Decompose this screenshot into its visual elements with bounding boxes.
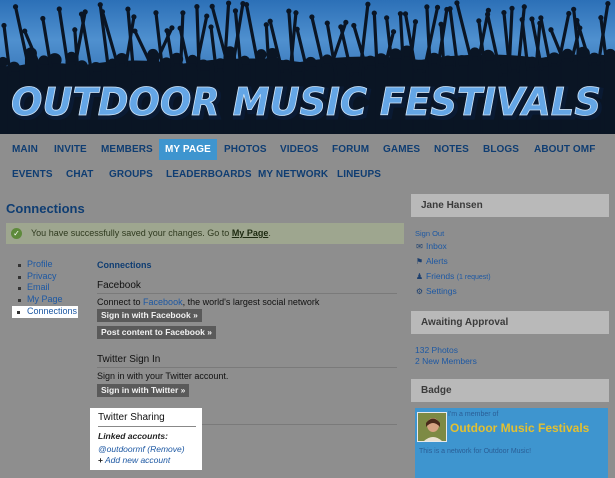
nav-chat[interactable]: CHAT — [66, 169, 93, 180]
nav-about-omf[interactable]: ABOUT OMF — [534, 144, 595, 155]
settings-link-my-page[interactable]: My Page — [16, 294, 80, 306]
divider — [202, 424, 397, 425]
success-message-text: You have successfully saved your changes… — [31, 228, 230, 238]
settings-link-privacy[interactable]: Privacy — [16, 271, 80, 283]
divider — [98, 426, 196, 427]
flag-icon: ⚑ — [415, 257, 424, 266]
friends-request-count: (1 request) — [456, 274, 491, 281]
divider — [97, 367, 397, 368]
site-banner: OUTDOOR MUSIC FESTIVALS OUTDOOR MUSIC FE… — [0, 0, 615, 134]
sign-in-facebook-button[interactable]: Sign in with Facebook » — [97, 309, 202, 322]
sign-out-link[interactable]: Sign Out — [415, 229, 444, 238]
nav-my-network[interactable]: MY NETWORK — [258, 169, 328, 180]
divider — [97, 293, 397, 294]
facebook-desc-prefix: Connect to — [97, 297, 141, 307]
twitter-sharing-panel: Twitter Sharing Linked accounts: @outdoo… — [90, 408, 202, 470]
user-panel-header: Jane Hansen — [411, 194, 609, 217]
person-icon: ♟ — [415, 272, 424, 281]
inbox-link[interactable]: ✉ Inbox — [415, 241, 447, 251]
linked-account-remove-link[interactable]: @outdoormf (Remove) — [98, 444, 185, 454]
nav-videos[interactable]: VIDEOS — [280, 144, 318, 155]
settings-link-email[interactable]: Email — [16, 282, 80, 294]
page-title: Connections — [6, 201, 85, 216]
checkmark-icon: ✓ — [11, 228, 22, 239]
connections-heading: Connections — [97, 260, 152, 270]
nav-groups[interactable]: GROUPS — [109, 169, 153, 180]
twitter-sharing-heading: Twitter Sharing — [98, 412, 165, 423]
nav-invite[interactable]: INVITE — [54, 144, 87, 155]
success-message-bar: ✓ You have successfully saved your chang… — [6, 223, 404, 244]
nav-games[interactable]: GAMES — [383, 144, 420, 155]
site-logo-title[interactable]: OUTDOOR MUSIC FESTIVALS OUTDOOR MUSIC FE… — [6, 72, 609, 130]
post-to-facebook-button[interactable]: Post content to Facebook » — [97, 326, 216, 339]
facebook-heading: Facebook — [97, 280, 141, 291]
avatar-photo — [418, 413, 446, 441]
main-navigation: MAIN INVITE MEMBERS MY PAGE PHOTOS VIDEO… — [0, 134, 615, 190]
gear-icon: ⚙ — [415, 287, 424, 296]
success-my-page-link[interactable]: My Page — [232, 228, 269, 238]
nav-members[interactable]: MEMBERS — [101, 144, 153, 155]
page-content: Connections ✓ You have successfully save… — [0, 190, 615, 478]
awaiting-members-link[interactable]: 2 New Members — [415, 356, 477, 366]
facebook-link[interactable]: Facebook — [143, 297, 183, 307]
network-badge[interactable]: I'm a member of Outdoor Music Festivals … — [415, 408, 608, 478]
svg-text:OUTDOOR MUSIC FESTIVALS: OUTDOOR MUSIC FESTIVALS — [11, 80, 601, 124]
envelope-icon: ✉ — [416, 242, 423, 251]
nav-my-page[interactable]: MY PAGE — [159, 139, 217, 160]
linked-accounts-label: Linked accounts: — [98, 431, 168, 441]
nav-leaderboards[interactable]: LEADERBOARDS — [166, 169, 252, 180]
badge-network-title: Outdoor Music Festivals — [450, 421, 590, 435]
friends-label: Friends — [426, 271, 455, 281]
avatar — [417, 412, 447, 442]
nav-events[interactable]: EVENTS — [12, 169, 53, 180]
success-message-suffix: . — [268, 228, 271, 238]
nav-main[interactable]: MAIN — [12, 144, 38, 155]
friends-link[interactable]: ♟ Friends (1 request) — [415, 271, 491, 281]
facebook-description: Connect to Facebook, the world's largest… — [97, 297, 319, 307]
add-new-account-link[interactable]: + Add new account — [98, 455, 170, 465]
twitter-sign-in-heading: Twitter Sign In — [97, 354, 161, 365]
awaiting-approval-header: Awaiting Approval — [411, 311, 609, 334]
sign-in-twitter-button[interactable]: Sign in with Twitter » — [97, 384, 190, 397]
success-message: You have successfully saved your changes… — [31, 228, 271, 238]
settings-navigation: Profile Privacy Email My Page Connection… — [12, 259, 80, 318]
nav-photos[interactable]: PHOTOS — [224, 144, 267, 155]
badge-header: Badge — [411, 379, 609, 402]
nav-blogs[interactable]: BLOGS — [483, 144, 519, 155]
nav-forum[interactable]: FORUM — [332, 144, 369, 155]
settings-link[interactable]: ⚙ Settings — [415, 286, 457, 296]
settings-link-connections[interactable]: Connections — [12, 305, 78, 318]
inbox-label: Inbox — [426, 241, 447, 251]
plus-icon: + — [98, 455, 103, 465]
facebook-desc-suffix: , the world's largest social network — [182, 297, 320, 307]
badge-description: This is a network for Outdoor Music! — [419, 448, 532, 455]
twitter-sign-in-description: Sign in with your Twitter account. — [97, 371, 229, 381]
awaiting-photos-link[interactable]: 132 Photos — [415, 345, 458, 355]
add-new-account-label: Add new account — [105, 455, 171, 465]
settings-link-profile[interactable]: Profile — [16, 259, 80, 271]
alerts-link[interactable]: ⚑ Alerts — [415, 256, 448, 266]
settings-label: Settings — [426, 286, 457, 296]
badge-caption: I'm a member of — [448, 411, 499, 418]
nav-lineups[interactable]: LINEUPS — [337, 169, 381, 180]
nav-notes[interactable]: NOTES — [434, 144, 469, 155]
alerts-label: Alerts — [426, 256, 448, 266]
